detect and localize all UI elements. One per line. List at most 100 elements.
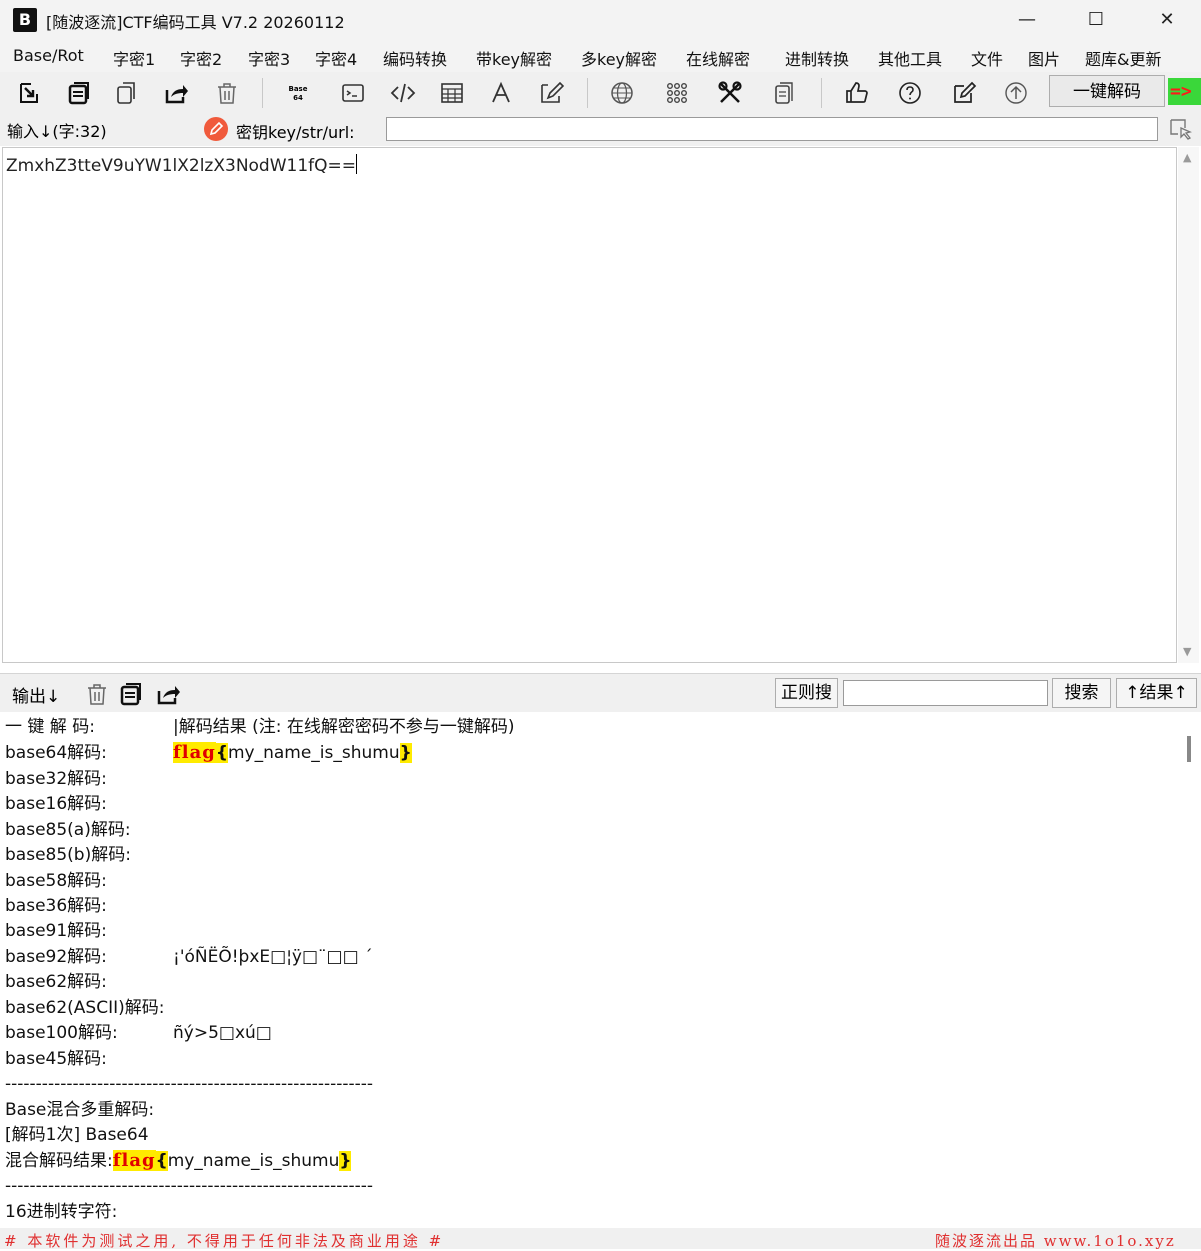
output-line-label: base85(b)解码: (5, 845, 131, 865)
menu-file[interactable]: 文件 (971, 46, 1003, 70)
input-scrollbar[interactable]: ▲ ▼ (1178, 147, 1199, 663)
disclaimer-text: # 本软件为测试之用, 不得用于任何非法及商业用途 # (4, 1232, 445, 1250)
minimize-button[interactable]: — (1004, 0, 1050, 40)
grid-icon[interactable] (660, 76, 694, 110)
search-button[interactable]: 搜索 (1052, 678, 1111, 708)
menu-bar: Base/Rot 字密1 字密2 字密3 字密4 编码转换 带key解密 多ke… (0, 40, 1201, 73)
menu-key-decrypt[interactable]: 带key解密 (476, 46, 552, 70)
table-icon[interactable] (435, 76, 469, 110)
menu-multikey-decrypt[interactable]: 多key解密 (581, 46, 657, 70)
menu-radix[interactable]: 进制转换 (785, 46, 849, 70)
menu-zimi1[interactable]: 字密1 (113, 46, 155, 70)
thumbs-up-icon[interactable] (839, 76, 873, 110)
output-line-value: ¡'óÑËÕ!þxE□¦ÿ□¨□□ ´ (173, 947, 373, 967)
output-line-label: base100解码: (5, 1023, 118, 1043)
clear-output-trash-icon[interactable] (84, 681, 110, 707)
output-line-label: base32解码: (5, 769, 107, 789)
output-line-label: base58解码: (5, 871, 107, 891)
output-line-value: |解码结果 (注: 在线解密密码不参与一键解码) (173, 717, 515, 737)
menu-online-decrypt[interactable]: 在线解密 (686, 46, 750, 70)
output-line-label: 一 键 解 码: (5, 717, 95, 737)
mix-decode-step: [解码1次] Base64 (5, 1125, 149, 1145)
menu-other-tools[interactable]: 其他工具 (878, 46, 942, 70)
hex-to-char-line: 16进制转字符: (5, 1202, 118, 1222)
upload-icon[interactable] (999, 76, 1033, 110)
menu-zimi4[interactable]: 字密4 (315, 46, 357, 70)
base64-icon[interactable]: Base 64 (281, 76, 315, 110)
trash-icon[interactable] (210, 76, 244, 110)
key-input[interactable] (386, 117, 1158, 141)
key-pencil-icon[interactable] (204, 117, 228, 141)
divider-line: ----------------------------------------… (5, 1074, 374, 1094)
scroll-up-icon[interactable]: ▲ (1183, 151, 1191, 164)
output-label: 输出↓ (12, 687, 61, 707)
toolbar-separator (587, 78, 588, 108)
footer-bar: # 本软件为测试之用, 不得用于任何非法及商业用途 # 随波逐流出品 www.1… (0, 1228, 1201, 1251)
mix-decode-result-line: 混合解码结果:flag{my_name_is_shumu} (5, 1149, 352, 1173)
copy-output-icon[interactable] (118, 681, 144, 707)
output-scroll-thumb[interactable] (1187, 736, 1191, 762)
app-logo-icon: B (13, 8, 37, 32)
screen-pick-icon[interactable] (1168, 117, 1194, 143)
font-icon[interactable] (484, 76, 518, 110)
help-icon[interactable] (893, 76, 927, 110)
run-indicator: => (1168, 78, 1201, 105)
flag-result: flag{my_name_is_shumu} (173, 741, 412, 765)
menu-library-update[interactable]: 题库&更新 (1085, 46, 1161, 70)
flag-brace-open: { (215, 743, 228, 763)
output-line-label: base62解码: (5, 972, 107, 992)
share-icon[interactable] (159, 76, 193, 110)
edit-icon[interactable] (947, 76, 981, 110)
globe-icon[interactable] (605, 76, 639, 110)
menu-base-rot[interactable]: Base/Rot (13, 46, 84, 65)
document-icon[interactable] (767, 76, 801, 110)
regex-search-button[interactable]: 正则搜 (775, 678, 838, 708)
output-line-label: base36解码: (5, 896, 107, 916)
menu-encoding[interactable]: 编码转换 (383, 46, 447, 70)
terminal-icon[interactable] (336, 76, 370, 110)
output-line-label: base92解码: (5, 947, 107, 967)
menu-zimi3[interactable]: 字密3 (248, 46, 290, 70)
input-text: ZmxhZ3tteV9uYW1lX2lzX3NodW11fQ== (6, 156, 357, 176)
tools-icon[interactable] (713, 76, 747, 110)
mix-decode-title: Base混合多重解码: (5, 1100, 155, 1120)
one-click-decode-button[interactable]: 一键解码 (1049, 75, 1165, 107)
output-line-label: base62(ASCII)解码: (5, 998, 165, 1018)
divider-line: ----------------------------------------… (5, 1176, 374, 1196)
input-row: 输入↓(字:32) 密钥key/str/url: (0, 114, 1201, 146)
flag-body: my_name_is_shumu (167, 1151, 340, 1171)
flag-keyword: flag (112, 1150, 156, 1171)
output-line-label: base16解码: (5, 794, 107, 814)
window-title: [随波逐流]CTF编码工具 V7.2 20260112 (46, 13, 345, 32)
input-label: 输入↓(字:32) (7, 122, 107, 141)
toolbar-separator (821, 78, 822, 108)
output-line-label: 混合解码结果: (5, 1151, 113, 1171)
text-caret (356, 154, 358, 174)
title-bar: B [随波逐流]CTF编码工具 V7.2 20260112 — ☐ ✕ (0, 0, 1201, 40)
output-bar: 输出↓ 正则搜 搜索 ↑结果↑ (0, 673, 1201, 712)
key-label: 密钥key/str/url: (236, 123, 355, 142)
copy-stack-icon[interactable] (62, 76, 96, 110)
close-button[interactable]: ✕ (1144, 0, 1190, 40)
share-output-icon[interactable] (155, 681, 181, 707)
flag-brace-open: { (155, 1151, 168, 1171)
maximize-button[interactable]: ☐ (1073, 0, 1119, 40)
menu-zimi2[interactable]: 字密2 (180, 46, 222, 70)
results-up-button[interactable]: ↑结果↑ (1116, 678, 1197, 708)
toolbar-separator (262, 78, 263, 108)
import-icon[interactable] (12, 76, 46, 110)
menu-image[interactable]: 图片 (1028, 46, 1060, 70)
author-link[interactable]: 随波逐流出品 www.1o1o.xyz (935, 1230, 1176, 1251)
output-line-label: base91解码: (5, 921, 107, 941)
flag-brace-close: } (399, 743, 412, 763)
svg-text:Base: Base (289, 85, 308, 93)
search-input[interactable] (843, 680, 1048, 706)
copy-icon[interactable] (110, 76, 144, 110)
flag-body: my_name_is_shumu (227, 743, 400, 763)
input-textarea[interactable]: ZmxhZ3tteV9uYW1lX2lzX3NodW11fQ== (2, 147, 1177, 663)
toolbar: Base 64 (0, 72, 1201, 114)
scroll-down-icon[interactable]: ▼ (1183, 645, 1191, 658)
output-textarea[interactable]: 一 键 解 码: |解码结果 (注: 在线解密密码不参与一键解码) base64… (2, 712, 1179, 1228)
code-icon[interactable] (386, 76, 420, 110)
pen-icon[interactable] (534, 76, 568, 110)
